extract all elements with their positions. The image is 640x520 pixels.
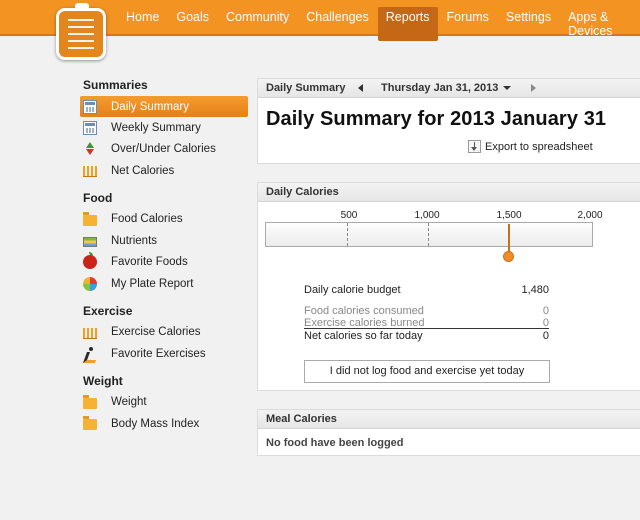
- scale-label: 1,000: [414, 210, 440, 221]
- nav-home[interactable]: Home: [118, 7, 167, 41]
- divider: [304, 328, 549, 329]
- sidebar-item-over-under-calories[interactable]: Over/Under Calories: [80, 139, 248, 161]
- sidebar-item-label: Nutrients: [111, 234, 158, 247]
- nav-goals[interactable]: Goals: [168, 7, 217, 41]
- scale-label: 2,000: [577, 210, 603, 221]
- apple-icon: [83, 252, 97, 270]
- export-label: Export to spreadsheet: [485, 140, 593, 153]
- app-logo-icon[interactable]: [56, 3, 106, 60]
- calorie-meter: [265, 222, 593, 247]
- page-title: Daily Summary for 2013 January 31: [266, 108, 607, 130]
- sidebar-item-label: Daily Summary: [111, 100, 189, 113]
- nav-community[interactable]: Community: [218, 7, 297, 41]
- panel-header-label: Daily Summary: [266, 82, 346, 94]
- row-label: Net calories so far today: [304, 330, 423, 342]
- calendar-grid-icon: [83, 99, 97, 114]
- sidebar-item-label: Exercise Calories: [111, 326, 201, 339]
- daily-summary-panel: Daily Summary Thursday Jan 31, 2013 Dail…: [257, 78, 640, 164]
- not-logged-yet-button[interactable]: I did not log food and exercise yet toda…: [304, 360, 550, 383]
- pie-chart-icon: [83, 276, 97, 291]
- sidebar-item-label: Weekly Summary: [111, 121, 201, 134]
- scale-label: 500: [340, 210, 358, 221]
- sidebar-item-my-plate-report[interactable]: My Plate Report: [80, 273, 248, 295]
- meter-gridline: [347, 223, 348, 246]
- row-label: Daily calorie budget: [304, 284, 401, 296]
- sidebar-item-label: Body Mass Index: [111, 417, 200, 430]
- export-to-spreadsheet-link[interactable]: Export to spreadsheet: [468, 140, 593, 153]
- nav-forums[interactable]: Forums: [439, 7, 497, 41]
- row-value: 1,480: [521, 284, 549, 296]
- row-value: 0: [542, 305, 549, 317]
- budget-row: Daily calorie budget 1,480: [304, 284, 549, 296]
- sidebar-item-label: Favorite Foods: [111, 256, 188, 269]
- sidebar-item-food-calories[interactable]: Food Calories: [80, 209, 248, 231]
- date-label: Thursday Jan 31, 2013: [381, 82, 499, 94]
- section-title-weight: Weight: [83, 373, 123, 388]
- nav-settings[interactable]: Settings: [498, 7, 559, 41]
- sidebar-item-favorite-exercises[interactable]: Favorite Exercises: [80, 343, 248, 365]
- sidebar-item-label: Food Calories: [111, 213, 183, 226]
- previous-day-arrow-icon[interactable]: [358, 84, 363, 92]
- folder-icon: [83, 416, 97, 431]
- logo-lines: [68, 19, 94, 49]
- next-day-arrow-icon[interactable]: [531, 84, 537, 92]
- panel-header: Daily Summary Thursday Jan 31, 2013: [258, 79, 640, 98]
- sidebar-item-label: Over/Under Calories: [111, 143, 216, 156]
- sidebar-item-exercise-calories[interactable]: Exercise Calories: [80, 322, 248, 344]
- download-icon: [468, 140, 481, 153]
- main-nav: Home Goals Community Challenges Reports …: [118, 7, 640, 41]
- sidebar-item-label: My Plate Report: [111, 277, 194, 290]
- up-down-arrows-icon: [83, 142, 97, 156]
- section-title-food: Food: [83, 190, 113, 205]
- sidebar-item-label: Weight: [111, 396, 147, 409]
- sidebar-item-daily-summary[interactable]: Daily Summary: [80, 96, 248, 117]
- bar-chart-icon: [83, 166, 97, 178]
- date-navigator: Thursday Jan 31, 2013: [358, 79, 537, 97]
- sidebar-item-label: Net Calories: [111, 164, 175, 177]
- nav-challenges[interactable]: Challenges: [298, 7, 377, 41]
- row-value: 0: [542, 330, 549, 342]
- sidebar-item-body-mass-index[interactable]: Body Mass Index: [80, 413, 248, 435]
- folder-icon: [83, 394, 97, 409]
- daily-calories-panel: Daily Calories 500 1,000 1,500 2,000 Dai…: [257, 182, 640, 391]
- row-label: Food calories consumed: [304, 305, 424, 317]
- top-navigation-bar: Home Goals Community Challenges Reports …: [0, 0, 640, 60]
- nav-reports[interactable]: Reports: [377, 7, 438, 41]
- scale-label: 1,500: [496, 210, 522, 221]
- food-consumed-row: Food calories consumed 0: [304, 305, 549, 317]
- sidebar-item-weekly-summary[interactable]: Weekly Summary: [80, 117, 248, 139]
- date-dropdown[interactable]: Thursday Jan 31, 2013: [381, 79, 512, 97]
- meal-calories-panel: Meal Calories No food have been logged: [257, 409, 640, 456]
- logo-knob: [75, 3, 89, 9]
- empty-state-text: No food have been logged: [266, 437, 404, 449]
- nav-apps-devices[interactable]: Apps & Devices: [560, 7, 639, 41]
- reports-sidebar: Summaries Daily Summary Weekly Summary O…: [80, 78, 248, 435]
- section-title-summaries: Summaries: [83, 78, 148, 92]
- bar-chart-icon: [83, 327, 97, 339]
- panel-header: Meal Calories: [258, 410, 640, 429]
- sidebar-item-weight[interactable]: Weight: [80, 392, 248, 414]
- section-title-exercise: Exercise: [83, 303, 133, 318]
- nutrients-icon: [83, 236, 97, 247]
- calorie-budget-needle: [508, 224, 510, 252]
- runner-icon: [83, 346, 97, 361]
- calendar-grid-icon: [83, 120, 97, 135]
- panel-header: Daily Calories: [258, 183, 640, 202]
- calorie-budget-marker-icon: [503, 251, 514, 262]
- meter-gridline: [428, 223, 429, 246]
- sidebar-item-net-calories[interactable]: Net Calories: [80, 160, 248, 182]
- sidebar-item-favorite-foods[interactable]: Favorite Foods: [80, 252, 248, 274]
- sidebar-item-label: Favorite Exercises: [111, 347, 206, 360]
- sidebar-item-nutrients[interactable]: Nutrients: [80, 230, 248, 252]
- net-calories-row: Net calories so far today 0: [304, 330, 549, 342]
- folder-icon: [83, 211, 97, 226]
- chevron-down-icon: [503, 86, 512, 91]
